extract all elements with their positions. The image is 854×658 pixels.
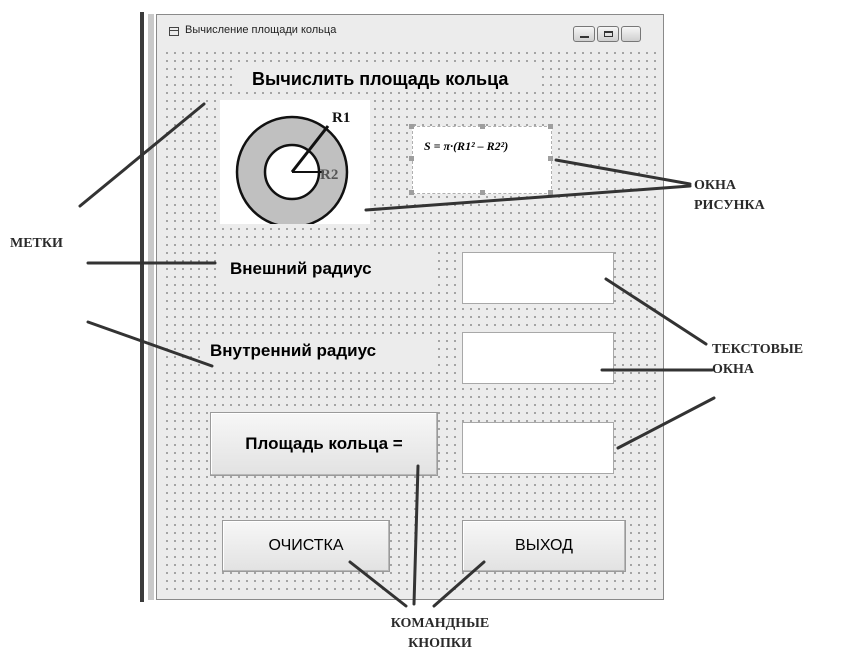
picture-boxes-annotation: ОКНА РИСУНКА [694, 176, 765, 217]
command-buttons-annotation: КОМАНДНЫЕ КНОПКИ [360, 614, 520, 655]
window-title: Вычисление площади кольца [185, 24, 337, 36]
area-button[interactable]: Площадь кольца = [210, 412, 438, 476]
r1-label: R1 [332, 110, 350, 126]
picture-boxes-line2: РИСУНКА [694, 198, 765, 214]
window-icon [169, 27, 179, 36]
close-button[interactable] [621, 26, 641, 42]
inner-radius-label: Внутренний радиус [204, 334, 432, 370]
text-boxes-line1: ТЕКСТОВЫЕ [712, 342, 804, 357]
title-bar[interactable]: Вычисление площади кольца [157, 15, 663, 47]
heading-label: Вычислить площадь кольца [236, 66, 542, 92]
text-boxes-line2: ОКНА [712, 362, 755, 378]
maximize-button[interactable] [597, 26, 619, 42]
selection-handle[interactable] [480, 124, 485, 129]
selection-handle[interactable] [548, 124, 553, 129]
left-edge-bar [140, 12, 144, 602]
exit-button[interactable]: ВЫХОД [462, 520, 626, 572]
left-scrollbar[interactable] [148, 14, 154, 600]
selection-handle[interactable] [548, 190, 553, 195]
picture-boxes-line1: ОКНА [694, 178, 737, 193]
inner-radius-input[interactable] [462, 332, 614, 384]
selection-handle[interactable] [548, 156, 553, 161]
command-buttons-line1: КОМАНДНЫЕ [390, 616, 490, 631]
selection-handle[interactable] [409, 156, 414, 161]
ring-diagram: R1 R2 [235, 110, 350, 229]
command-buttons-line2: КНОПКИ [408, 636, 472, 652]
outer-radius-input[interactable] [462, 252, 614, 304]
selection-handle[interactable] [480, 190, 485, 195]
clear-button[interactable]: ОЧИСТКА [222, 520, 390, 572]
area-result-field[interactable] [462, 422, 614, 474]
ring-picture-box: R1 R2 [220, 100, 370, 229]
minimize-button[interactable] [573, 26, 595, 42]
labels-annotation: МЕТКИ [10, 236, 63, 251]
selection-handle[interactable] [409, 190, 414, 195]
formula-picture-box [412, 126, 552, 194]
outer-radius-label: Внешний радиус [216, 252, 434, 286]
selection-handle[interactable] [409, 124, 414, 129]
formula-text: S = π·(R1² – R2²) [424, 139, 509, 153]
text-boxes-annotation: ТЕКСТОВЫЕ ОКНА [712, 340, 803, 381]
r2-label: R2 [320, 167, 338, 183]
